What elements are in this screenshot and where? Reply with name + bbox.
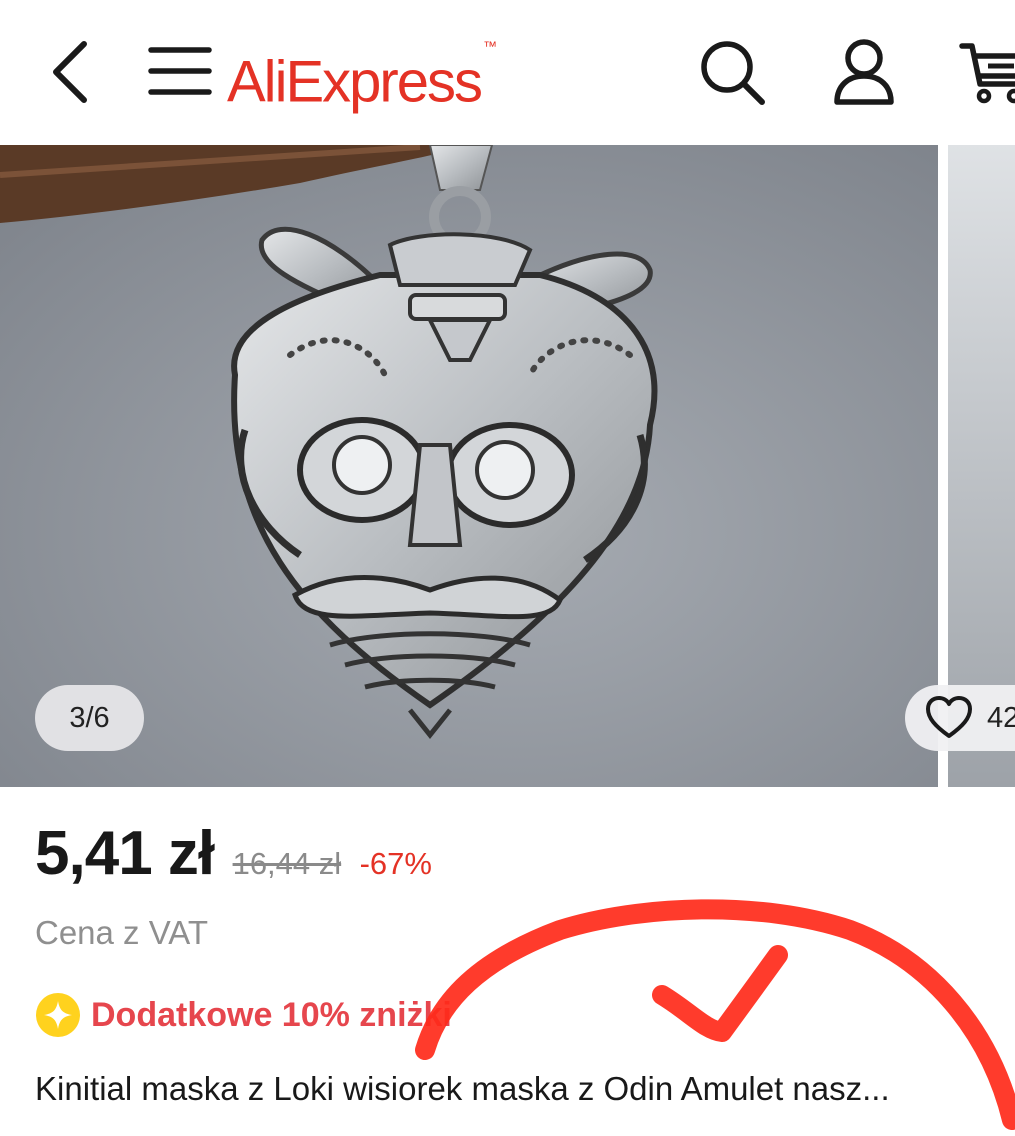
product-page: AliExpress™ 3/6 42 5,41 zł 16,44 zł -67%…: [0, 0, 1015, 1136]
discount-badge: -67%: [359, 846, 432, 881]
price-current: 5,41 zł: [35, 819, 215, 888]
user-icon[interactable]: [828, 36, 900, 108]
logo-trademark: ™: [482, 38, 497, 54]
extra-discount-text: Dodatkowe 10% zniżki: [91, 996, 452, 1034]
hamburger-icon[interactable]: [145, 40, 215, 102]
product-image[interactable]: [0, 145, 938, 787]
cart-icon[interactable]: [958, 36, 1015, 108]
top-navigation-bar: AliExpress™: [0, 0, 1015, 143]
chevron-left-icon[interactable]: [40, 36, 102, 108]
search-icon[interactable]: [696, 36, 768, 108]
sparkle-coin-icon: [36, 993, 80, 1037]
heart-icon: [926, 696, 972, 738]
product-image-gallery[interactable]: 3/6 42: [0, 145, 1015, 787]
wishlist-button[interactable]: 42: [905, 685, 1015, 751]
image-counter: 3/6: [35, 685, 144, 751]
wishlist-count: 42: [987, 702, 1015, 734]
aliexpress-logo[interactable]: AliExpress™: [227, 36, 497, 116]
logo-text: AliExpress: [227, 49, 483, 115]
product-title[interactable]: Kinitial maska z Loki wisiorek maska z O…: [35, 1066, 975, 1112]
price-original: 16,44 zł: [232, 846, 342, 881]
vat-note: Cena z VAT: [35, 914, 209, 951]
price-row: 5,41 zł 16,44 zł -67%: [35, 818, 432, 898]
